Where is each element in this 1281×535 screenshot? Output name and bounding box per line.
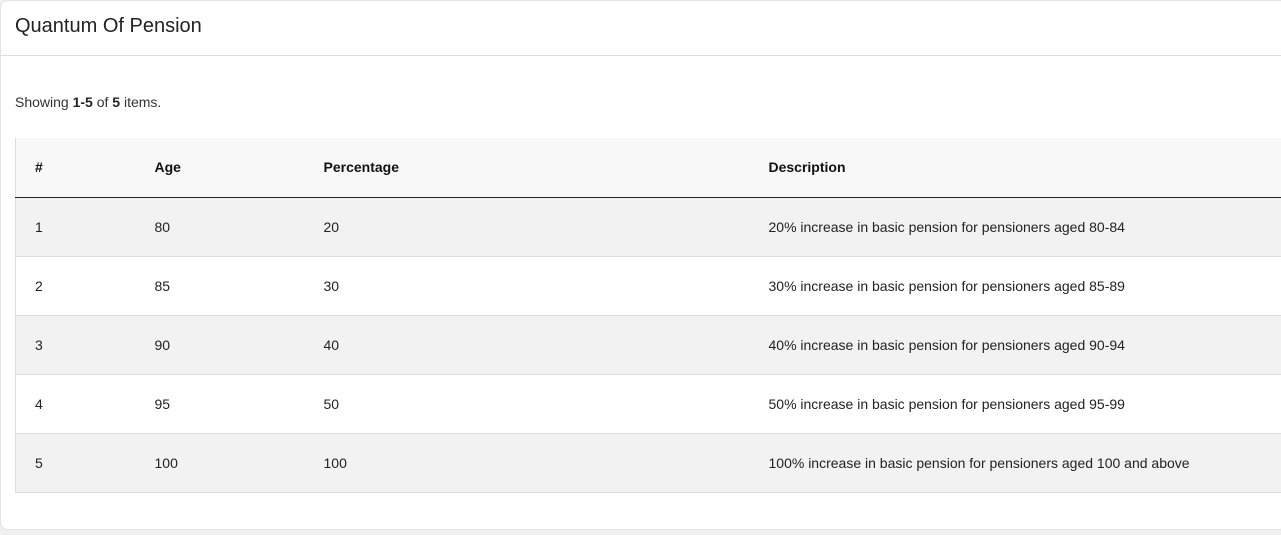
cell-percentage: 100 (323, 432, 769, 493)
summary-suffix: items. (120, 94, 162, 110)
column-header-percentage: Percentage (323, 138, 769, 198)
table-header-row: # Age Percentage Description (15, 138, 1281, 198)
cell-age: 100 (154, 432, 324, 493)
cell-index: 1 (15, 196, 155, 256)
cell-description: 100% increase in basic pension for pensi… (768, 432, 1281, 493)
cell-percentage: 30 (323, 255, 769, 315)
cell-age: 85 (154, 255, 324, 315)
pension-table: # Age Percentage Description 1 80 20 20%… (15, 138, 1281, 493)
table-row: 5 100 100 100% increase in basic pension… (15, 432, 1281, 493)
page-title: Quantum Of Pension (15, 14, 202, 37)
cell-index: 5 (15, 432, 155, 493)
quantum-of-pension-card: Quantum Of Pension Showing 1-5 of 5 item… (0, 0, 1281, 530)
summary-of: of (92, 94, 113, 110)
cell-age: 90 (154, 314, 324, 374)
cell-description: 50% increase in basic pension for pensio… (768, 373, 1281, 433)
cell-description: 20% increase in basic pension for pensio… (768, 196, 1281, 256)
cell-age: 80 (154, 196, 324, 256)
table-header: # Age Percentage Description (15, 138, 1281, 198)
cell-percentage: 20 (323, 196, 769, 256)
column-header-age: Age (154, 138, 324, 198)
cell-percentage: 40 (323, 314, 769, 374)
summary-prefix: Showing (15, 94, 73, 110)
table-row: 3 90 40 40% increase in basic pension fo… (15, 314, 1281, 374)
table-row: 1 80 20 20% increase in basic pension fo… (15, 196, 1281, 256)
cell-index: 2 (15, 255, 155, 315)
summary-range: 1-5 (72, 94, 93, 110)
table-row: 4 95 50 50% increase in basic pension fo… (15, 373, 1281, 433)
cell-index: 4 (15, 373, 155, 433)
summary-total: 5 (112, 94, 121, 110)
cell-description: 30% increase in basic pension for pensio… (768, 255, 1281, 315)
column-header-index: # (15, 138, 155, 198)
cell-percentage: 50 (323, 373, 769, 433)
cell-description: 40% increase in basic pension for pensio… (768, 314, 1281, 374)
card-header: Quantum Of Pension (1, 1, 1281, 56)
cell-age: 95 (154, 373, 324, 433)
grid-summary: Showing 1-5 of 5 items. (15, 94, 161, 110)
cell-index: 3 (15, 314, 155, 374)
column-header-description: Description (768, 138, 1281, 198)
table-body: 1 80 20 20% increase in basic pension fo… (15, 196, 1281, 493)
table-row: 2 85 30 30% increase in basic pension fo… (15, 255, 1281, 315)
